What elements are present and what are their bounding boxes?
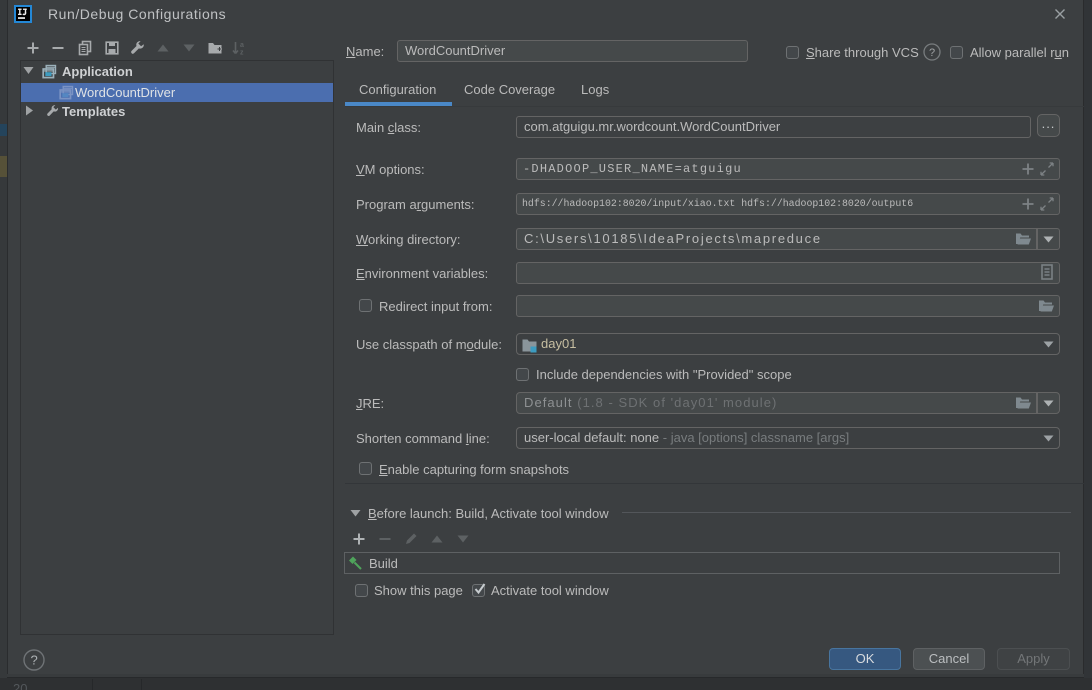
svg-text:?: ? bbox=[31, 653, 38, 668]
svg-text:?: ? bbox=[929, 47, 935, 59]
svg-text:z: z bbox=[240, 50, 244, 57]
svg-text:a: a bbox=[240, 42, 244, 49]
